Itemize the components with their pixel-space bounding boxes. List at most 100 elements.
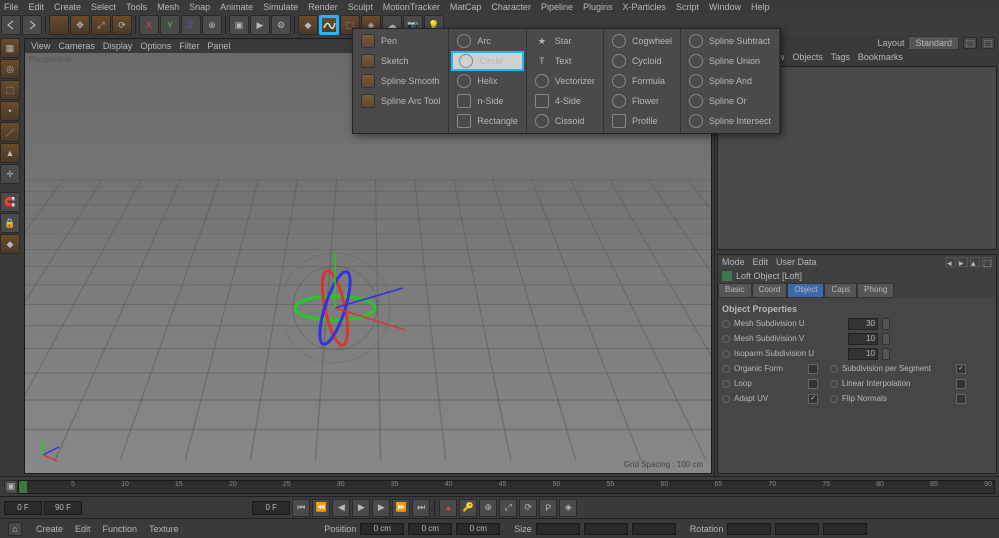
param-checkbox[interactable] [956,379,966,389]
attr-nav-up[interactable]: ▴ [970,257,980,267]
param-anim-dot[interactable] [722,335,730,343]
attr-menu-edit[interactable]: Edit [753,257,769,267]
rot-y-field[interactable] [775,523,819,535]
spline-item-cogwheel[interactable]: Cogwheel [606,31,678,51]
menu-script[interactable]: Script [676,2,699,12]
key-scale-button[interactable]: ⤢ [499,499,517,517]
menu-matcap[interactable]: MatCap [450,2,482,12]
coord-sys-button[interactable]: ⊕ [202,15,222,35]
pos-z-field[interactable]: 0 cm [456,523,500,535]
tool-z-button[interactable]: Z [181,15,201,35]
spline-item-rectangle[interactable]: Rectangle [451,111,524,131]
attr-tab-phong[interactable]: Phong [857,283,894,298]
material-tab-function[interactable]: Function [103,524,138,534]
menu-render[interactable]: Render [308,2,338,12]
tool-y-button[interactable]: Y [160,15,180,35]
param-value-field[interactable]: 30 [848,318,878,330]
attr-tab-basic[interactable]: Basic [718,283,752,298]
spline-item-pen[interactable]: Pen [355,31,446,51]
vpmenu-filter[interactable]: Filter [179,41,199,51]
param-spinner[interactable] [882,333,890,345]
param-checkbox[interactable] [808,394,818,404]
vpmenu-cameras[interactable]: Cameras [58,41,95,51]
key-param-button[interactable]: P [539,499,557,517]
spline-item-spline-or[interactable]: Spline Or [683,91,777,111]
frame-end-field[interactable]: 90 F [44,501,82,515]
spline-item-spline-arc-tool[interactable]: Spline Arc Tool [355,91,446,111]
rot-z-field[interactable] [823,523,867,535]
autokey-button[interactable]: 🔑 [459,499,477,517]
spline-item-4-side[interactable]: 4-Side [529,91,601,111]
param-anim-dot[interactable] [830,380,838,388]
next-key-button[interactable]: ⏩ [392,499,410,517]
attr-menu-userdata[interactable]: User Data [776,257,817,267]
vpmenu-view[interactable]: View [31,41,50,51]
param-checkbox[interactable] [808,364,818,374]
objmgr-menu-objects[interactable]: Objects [792,52,823,62]
edge-mode-button[interactable]: ／ [0,122,20,142]
param-anim-dot[interactable] [722,320,730,328]
param-anim-dot[interactable] [722,395,730,403]
param-anim-dot[interactable] [722,365,730,373]
workplane-button[interactable]: ⬚ [0,80,20,100]
menu-help[interactable]: Help [751,2,770,12]
menu-file[interactable]: File [4,2,19,12]
rotate-button[interactable]: ⟳ [112,15,132,35]
layout-dropdown[interactable]: Standard [908,36,959,50]
objmgr-menu-tags[interactable]: Tags [831,52,850,62]
menu-window[interactable]: Window [709,2,741,12]
render-pv-button[interactable]: ▶ [250,15,270,35]
undo-button[interactable] [1,15,21,35]
objmgr-menu-bookmarks[interactable]: Bookmarks [858,52,903,62]
attr-tab-object[interactable]: Object [787,283,824,298]
menu-motiontracker[interactable]: MotionTracker [383,2,440,12]
spline-item-n-side[interactable]: n-Side [451,91,524,111]
goto-end-button[interactable]: ⏭ [412,499,430,517]
param-anim-dot[interactable] [722,350,730,358]
menu-select[interactable]: Select [91,2,116,12]
timeline-track[interactable]: 051015202530354045505560657075808590 [18,480,995,494]
menu-create[interactable]: Create [54,2,81,12]
tool-x-button[interactable]: X [139,15,159,35]
spline-item-spline-intersect[interactable]: Spline Intersect [683,111,777,131]
menu-snap[interactable]: Snap [189,2,210,12]
pos-x-field[interactable]: 0 cm [360,523,404,535]
render-settings-button[interactable]: ⚙ [271,15,291,35]
menu-animate[interactable]: Animate [220,2,253,12]
texture-mode-button[interactable]: ◎ [0,59,20,79]
attr-menu-mode[interactable]: Mode [722,257,745,267]
primitive-button[interactable]: ◆ [298,15,318,35]
key-pos-button[interactable]: ⊕ [479,499,497,517]
record-button[interactable]: ● [439,499,457,517]
param-anim-dot[interactable] [722,380,730,388]
spline-item-flower[interactable]: Flower [606,91,678,111]
spline-item-sketch[interactable]: Sketch [355,51,446,71]
menu-pipeline[interactable]: Pipeline [541,2,573,12]
vpmenu-panel[interactable]: Panel [207,41,230,51]
spline-item-spline-subtract[interactable]: Spline Subtract [683,31,777,51]
menu-edit[interactable]: Edit [29,2,45,12]
param-checkbox[interactable] [808,379,818,389]
model-mode-button[interactable]: ▦ [0,38,20,58]
tool-button[interactable]: ◆ [0,234,20,254]
key-pla-button[interactable]: ◈ [559,499,577,517]
attr-tab-caps[interactable]: Caps [824,283,857,298]
spline-item-circle[interactable]: Circle [451,51,524,71]
prev-frame-button[interactable]: ◀ [332,499,350,517]
layout-icon2[interactable]: ⬚ [981,37,995,49]
axis-mode-button[interactable]: ✛ [0,164,20,184]
material-tab-edit[interactable]: Edit [75,524,91,534]
menu-mesh[interactable]: Mesh [157,2,179,12]
layout-icon1[interactable]: ⬚ [963,37,977,49]
spline-item-star[interactable]: ★Star [529,31,601,51]
menu-sculpt[interactable]: Sculpt [348,2,373,12]
spline-item-spline-union[interactable]: Spline Union [683,51,777,71]
menu-tools[interactable]: Tools [126,2,147,12]
rot-x-field[interactable] [727,523,771,535]
attr-nav-lock[interactable]: ⬚ [982,257,992,267]
spline-item-spline-smooth[interactable]: Spline Smooth [355,71,446,91]
attr-nav-next[interactable]: ▸ [958,257,968,267]
render-view-button[interactable]: ▣ [229,15,249,35]
spline-button[interactable] [319,15,339,35]
param-value-field[interactable]: 10 [848,333,878,345]
